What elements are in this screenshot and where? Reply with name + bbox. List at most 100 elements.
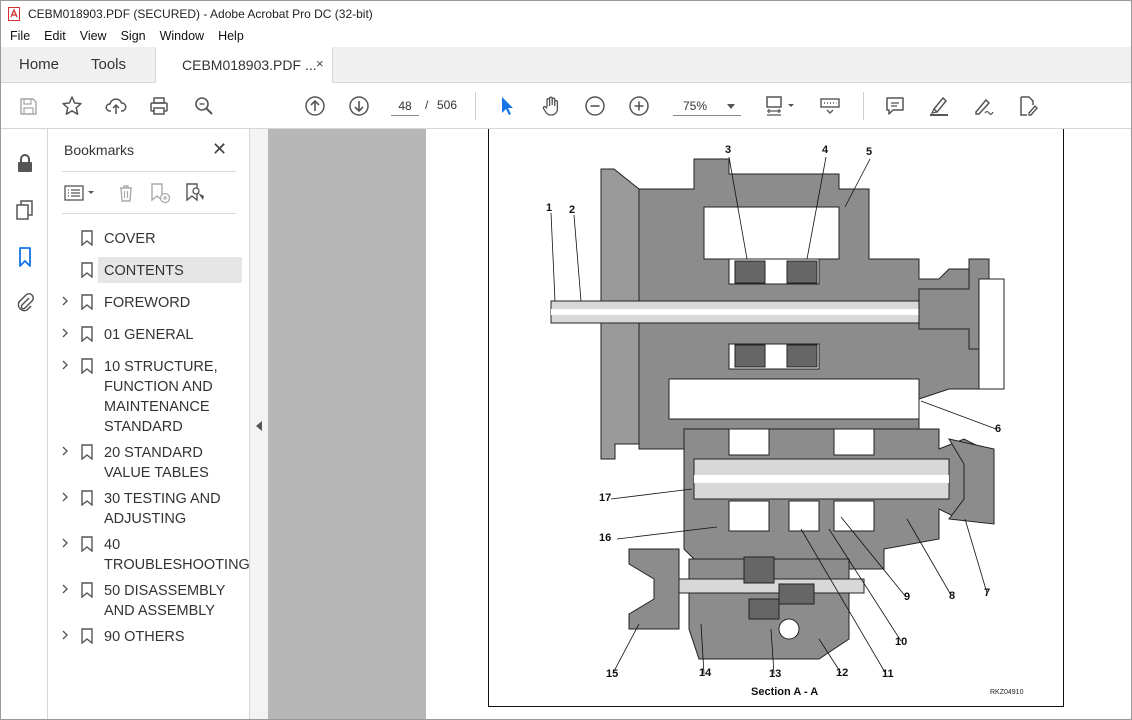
close-icon[interactable]: ✕ (212, 139, 227, 160)
edit-pdf-icon[interactable] (1015, 94, 1039, 118)
zoom-out-icon[interactable] (583, 94, 607, 118)
bookmark-icon (81, 536, 93, 552)
menu-edit[interactable]: Edit (35, 29, 71, 43)
delete-bookmark-icon[interactable] (116, 181, 136, 205)
save-icon[interactable] (16, 94, 40, 118)
bookmark-label: CONTENTS (104, 263, 184, 279)
bookmarks-title: Bookmarks (64, 142, 135, 158)
tab-bar: Home Tools CEBM018903.PDF ... × (1, 47, 1131, 83)
menu-help[interactable]: Help (209, 29, 249, 43)
chevron-right-icon[interactable] (62, 328, 68, 338)
collapse-panel-icon[interactable] (256, 421, 262, 431)
bookmark-icon (81, 582, 93, 598)
highlight-icon[interactable] (927, 94, 951, 118)
divider (62, 171, 236, 172)
zoom-in-icon[interactable] (627, 94, 651, 118)
bookmark-icon (81, 358, 93, 374)
bookmarks-panel: Bookmarks ✕ COVER CONTENTS FOREWORD 01 G… (48, 129, 250, 719)
callout-17: 17 (599, 492, 612, 504)
section-label: Section A - A (751, 686, 819, 698)
page-separator: / (425, 98, 429, 112)
bookmark-label: 01 GENERAL (104, 327, 194, 343)
menu-file[interactable]: File (1, 29, 35, 43)
panel-splitter[interactable] (250, 129, 268, 719)
bookmark-icon (81, 444, 93, 460)
chevron-right-icon[interactable] (62, 296, 68, 306)
zoom-search-icon[interactable] (192, 94, 216, 118)
chevron-right-icon[interactable] (62, 630, 68, 640)
document-view[interactable]: 1 2 3 4 5 6 7 8 9 10 11 12 13 14 15 16 1… (268, 129, 1131, 719)
star-icon[interactable] (60, 94, 84, 118)
find-bookmark-icon[interactable] (184, 181, 206, 205)
bookmark-label: COVER (104, 231, 156, 247)
title-bar: CEBM018903.PDF (SECURED) - Adobe Acrobat… (1, 1, 1131, 27)
tab-close-button[interactable]: × (316, 56, 324, 71)
hand-icon[interactable] (539, 94, 563, 118)
window-title: CEBM018903.PDF (SECURED) - Adobe Acrobat… (28, 7, 373, 21)
bookmark-icon (81, 230, 93, 246)
bookmark-label: FOREWORD (104, 295, 191, 311)
print-icon[interactable] (147, 94, 171, 118)
bookmark-label: 40 TROUBLESHOOTING (104, 537, 250, 573)
bookmark-options-button[interactable] (64, 181, 96, 205)
callout-16: 16 (599, 532, 612, 544)
page-number-input[interactable]: 48 (391, 96, 419, 116)
figure-frame: 1 2 3 4 5 6 7 8 9 10 11 12 13 14 15 16 1… (488, 129, 1064, 707)
pdf-page: 1 2 3 4 5 6 7 8 9 10 11 12 13 14 15 16 1… (426, 129, 1131, 719)
callout-7: 7 (984, 587, 991, 599)
chevron-right-icon[interactable] (62, 492, 68, 502)
navigation-rail (1, 129, 48, 719)
callout-8: 8 (949, 590, 956, 602)
menu-bar: File Edit View Sign Window Help (1, 25, 1131, 47)
chevron-right-icon[interactable] (62, 360, 68, 370)
bookmark-icon[interactable] (13, 245, 37, 269)
page-up-icon[interactable] (303, 94, 327, 118)
chevron-right-icon[interactable] (62, 446, 68, 456)
callout-10: 10 (895, 636, 908, 648)
callout-2: 2 (569, 204, 576, 216)
bookmark-label: 90 OTHERS (104, 629, 185, 645)
page-down-icon[interactable] (347, 94, 371, 118)
callout-4: 4 (822, 144, 829, 156)
attachment-icon[interactable] (13, 290, 37, 314)
divider (62, 213, 236, 214)
new-bookmark-icon[interactable] (149, 181, 171, 205)
upload-icon[interactable] (104, 94, 128, 118)
menu-window[interactable]: Window (151, 29, 209, 43)
zoom-select[interactable]: 75% (673, 96, 741, 116)
figure-code: RKZ04910 (990, 689, 1024, 696)
toolbar-divider (475, 92, 476, 120)
acrobat-logo-icon (8, 7, 20, 21)
lock-icon[interactable] (13, 151, 37, 175)
pages-icon[interactable] (13, 198, 37, 222)
acrobat-window: CEBM018903.PDF (SECURED) - Adobe Acrobat… (0, 0, 1132, 720)
callout-11: 11 (882, 668, 894, 680)
zoom-value: 75% (683, 99, 708, 113)
bookmark-icon (81, 262, 93, 278)
fit-page-icon[interactable] (763, 94, 797, 118)
bookmark-label: 10 STRUCTURE, FUNCTION AND MAINTENANCE S… (104, 359, 218, 435)
chevron-right-icon[interactable] (62, 538, 68, 548)
chevron-right-icon[interactable] (62, 584, 68, 594)
bookmark-label: 50 DISASSEMBLY AND ASSEMBLY (104, 583, 226, 619)
bookmark-label: 30 TESTING AND ADJUSTING (104, 491, 221, 527)
transmission-section-diagram (550, 156, 1005, 675)
menu-view[interactable]: View (71, 29, 112, 43)
callout-12: 12 (836, 667, 849, 679)
toolbar-divider (863, 92, 864, 120)
comment-icon[interactable] (883, 94, 907, 118)
select-arrow-icon[interactable] (495, 94, 519, 118)
callout-1: 1 (546, 202, 553, 214)
sign-icon[interactable] (971, 94, 995, 118)
callout-3: 3 (725, 144, 732, 156)
bookmark-icon (81, 628, 93, 644)
page-total: 506 (437, 98, 458, 112)
callout-13: 13 (769, 668, 782, 680)
keyboard-icon[interactable] (818, 94, 842, 118)
bookmark-label: 20 STANDARD VALUE TABLES (104, 445, 209, 481)
tab-tools[interactable]: Tools (91, 56, 126, 73)
tab-home[interactable]: Home (19, 56, 59, 73)
bookmark-icon (81, 294, 93, 310)
tab-document[interactable]: CEBM018903.PDF ... × (155, 47, 333, 83)
menu-sign[interactable]: Sign (112, 29, 151, 43)
